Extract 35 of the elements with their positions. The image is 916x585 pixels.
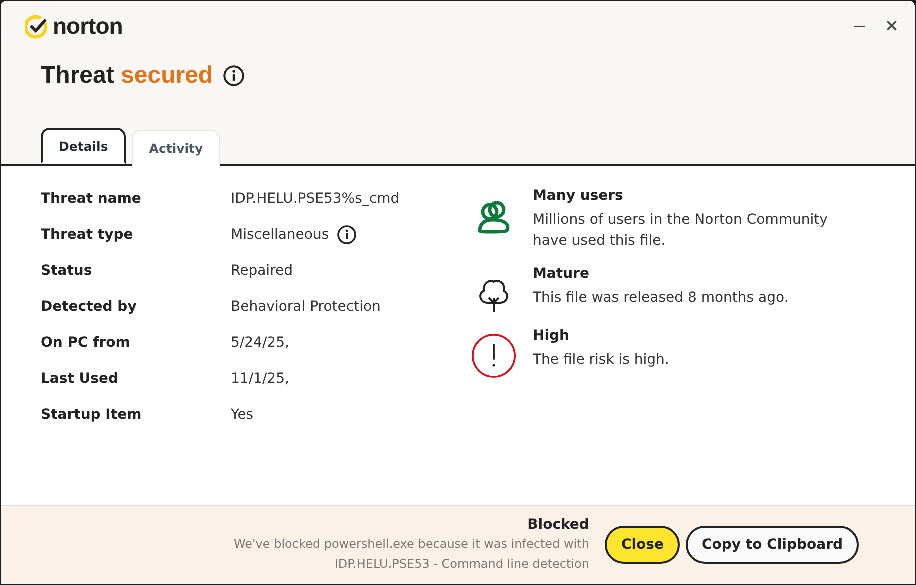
- detail-value: Miscellaneous: [231, 226, 330, 245]
- footer-message: We've blocked powershell.exe because it was infected with: [234, 536, 590, 553]
- fact-description: The file risk is high.: [533, 351, 670, 370]
- detail-label: Startup Item: [41, 406, 143, 425]
- info-icon[interactable]: [337, 225, 358, 245]
- close-button[interactable]: Close: [605, 526, 680, 564]
- detail-value: 11/1/25,: [231, 370, 290, 389]
- detail-label: Last Used: [41, 370, 120, 389]
- detail-value: Repaired: [231, 262, 294, 281]
- detail-label: Threat name: [41, 190, 142, 209]
- fact-heading: Many users: [533, 188, 624, 204]
- fact-heading: High: [533, 328, 571, 344]
- fact-description: Millions of users in the Norton Community have used this file.: [533, 211, 829, 251]
- footer-heading: Blocked: [528, 517, 590, 533]
- tab[interactable]: Activity: [132, 130, 220, 166]
- detail-value: IDP.HELU.PSE53%s_cmd: [231, 190, 400, 209]
- minimize-button[interactable]: −: [852, 16, 867, 36]
- detail-label: Status: [41, 262, 94, 281]
- info-icon[interactable]: [223, 65, 246, 87]
- detail-label: Detected by: [41, 298, 138, 317]
- fact-description: This file was released 8 months ago.: [533, 289, 790, 308]
- detail-label: Threat type: [41, 226, 134, 245]
- brand-name: norton: [53, 13, 123, 40]
- detail-value: 5/24/25,: [231, 334, 290, 353]
- detail-label: On PC from: [41, 334, 132, 353]
- close-button[interactable]: ✕: [884, 16, 899, 36]
- tab[interactable]: Details: [41, 128, 126, 164]
- warning-icon: [471, 332, 517, 380]
- logo-icon: [25, 14, 49, 38]
- footer-message: IDP.HELU.PSE53 - Command line detection: [334, 556, 590, 573]
- detail-value: Yes: [231, 406, 254, 425]
- copy-button[interactable]: Copy to Clipboard: [686, 526, 859, 564]
- detail-value: Behavioral Protection: [231, 298, 381, 317]
- page-title: Threat secured: [41, 62, 214, 90]
- fact-heading: Mature: [533, 266, 590, 282]
